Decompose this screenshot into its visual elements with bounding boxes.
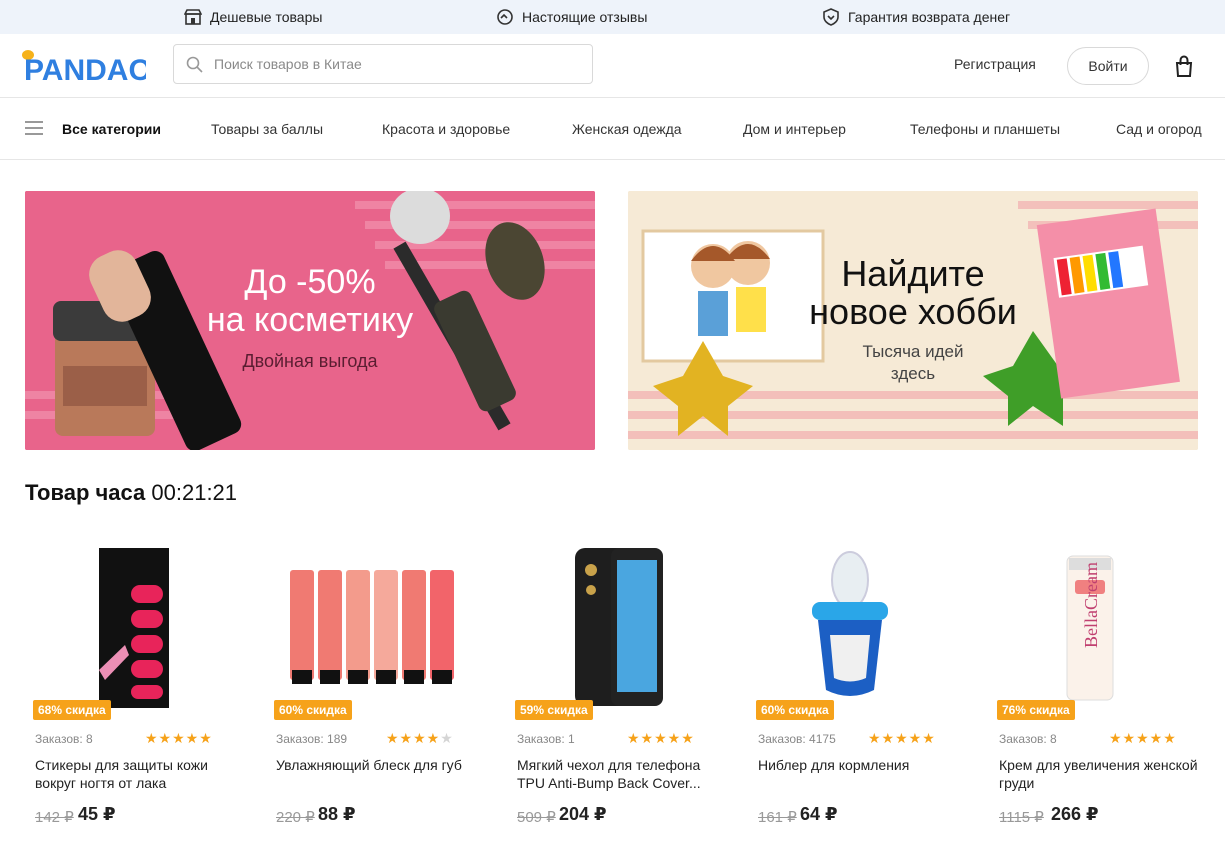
- old-price: 509 ₽: [517, 809, 556, 826]
- old-price: 1115 ₽: [999, 809, 1044, 826]
- product-title[interactable]: Крем для увеличения женской груди: [999, 756, 1209, 792]
- discount-badge: 59% скидка: [515, 700, 593, 720]
- banner-title-line-1: До -50%: [244, 263, 376, 301]
- hobby-banner[interactable]: Найдите новое хобби Тысяча идей здесь: [628, 191, 1198, 450]
- product-image: [575, 548, 663, 706]
- nav-all-categories[interactable]: Все категории: [62, 98, 161, 160]
- nav-womens-clothing[interactable]: Женская одежда: [572, 98, 682, 160]
- cosmetics-banner[interactable]: До -50% на косметику Двойная выгода: [25, 191, 595, 450]
- menu-icon[interactable]: [25, 121, 43, 136]
- category-nav: Все категории Товары за баллы Красота и …: [0, 98, 1225, 160]
- site-header: PANDAO Регистрация Войти: [0, 34, 1225, 98]
- svg-text:BellaCream: BellaCream: [1081, 562, 1101, 648]
- banner-title-line-2: на косметику: [206, 301, 414, 339]
- banner-subtitle: Двойная выгода: [242, 351, 378, 371]
- banner-title-line-1: Найдите: [841, 253, 985, 294]
- promo-real-reviews[interactable]: Настоящие отзывы: [496, 0, 647, 34]
- promo-label: Настоящие отзывы: [522, 9, 648, 25]
- product-title[interactable]: Стикеры для защиты кожи вокруг ногтя от …: [35, 756, 245, 792]
- product-card[interactable]: 68% скидка Заказов: 8 ★★★★★ Стикеры для …: [25, 540, 255, 840]
- search-icon: [186, 56, 203, 73]
- pandao-logo[interactable]: PANDAO: [22, 46, 146, 86]
- promo-cheap-goods[interactable]: Дешевые товары: [184, 0, 322, 34]
- product-image: [290, 570, 454, 684]
- order-count: Заказов: 4175: [758, 732, 836, 746]
- search-input[interactable]: [214, 56, 574, 72]
- hour-deal-title: Товар часа: [25, 480, 146, 505]
- banner-subtitle-line-2: здесь: [890, 364, 936, 383]
- rating-stars: ★★★★★: [145, 730, 213, 746]
- product-image: [812, 551, 888, 696]
- banner-subtitle-line-1: Тысяча идей: [862, 342, 964, 361]
- banner-subtitle: Тысяча идей здесь: [833, 341, 993, 385]
- shop-icon: [184, 9, 202, 25]
- nav-phones-tablets[interactable]: Телефоны и планшеты: [910, 98, 1060, 160]
- shield-icon: [823, 8, 839, 26]
- search-box[interactable]: [173, 44, 593, 84]
- product-image: [99, 548, 169, 708]
- product-title[interactable]: Мягкий чехол для телефона TPU Anti-Bump …: [517, 756, 727, 792]
- order-count: Заказов: 8: [999, 732, 1057, 746]
- order-count: Заказов: 1: [517, 732, 575, 746]
- old-price: 142 ₽: [35, 809, 74, 826]
- banner-title: Найдите новое хобби: [778, 255, 1048, 331]
- product-title[interactable]: Увлажняющий блеск для губ: [276, 756, 486, 774]
- current-price: 204 ₽: [559, 804, 607, 824]
- discount-badge: 76% скидка: [997, 700, 1075, 720]
- login-button[interactable]: Войти: [1067, 47, 1149, 85]
- hour-deal-timer: 00:21:21: [151, 480, 238, 505]
- banner-title: До -50% на косметику: [145, 263, 475, 339]
- promo-strip: Дешевые товары Настоящие отзывы Гарантия…: [0, 0, 1225, 34]
- current-price: 88 ₽: [318, 804, 356, 824]
- current-price: 266 ₽: [1051, 804, 1099, 824]
- promo-label: Гарантия возврата денег: [848, 9, 1011, 25]
- order-count: Заказов: 8: [35, 732, 93, 746]
- discount-badge: 60% скидка: [274, 700, 352, 720]
- review-icon: [497, 9, 513, 25]
- rating-stars: ★★★★★: [627, 730, 695, 746]
- nav-points-goods[interactable]: Товары за баллы: [211, 98, 323, 160]
- product-title[interactable]: Ниблер для кормления: [758, 756, 968, 774]
- promo-label: Дешевые товары: [210, 9, 323, 25]
- order-count: Заказов: 189: [276, 732, 348, 746]
- nav-home-interior[interactable]: Дом и интерьер: [743, 98, 846, 160]
- promo-money-back[interactable]: Гарантия возврата денег: [822, 0, 1010, 34]
- cart-icon[interactable]: [1173, 55, 1195, 77]
- banner-title-line-2: новое хобби: [809, 291, 1017, 332]
- product-card[interactable]: 60% скидка Заказов: 189 ★★★★★ Увлажняющи…: [266, 540, 496, 840]
- rating-stars: ★★★★★: [1109, 730, 1177, 746]
- old-price: 161 ₽: [758, 809, 797, 826]
- product-card[interactable]: 59% скидка Заказов: 1 ★★★★★ Мягкий чехол…: [507, 540, 737, 840]
- product-card[interactable]: 60% скидка Заказов: 4175 ★★★★★ Ниблер дл…: [748, 540, 978, 840]
- rating-stars: ★★★★★: [386, 730, 454, 746]
- product-image: BellaCream: [1066, 555, 1114, 701]
- logo-text: PANDAO: [24, 54, 146, 86]
- hour-deal-heading: Товар часа 00:21:21: [25, 480, 237, 506]
- old-price: 220 ₽: [276, 809, 315, 826]
- nav-garden[interactable]: Сад и огород: [1116, 98, 1202, 160]
- current-price: 64 ₽: [800, 804, 838, 824]
- register-link[interactable]: Регистрация: [954, 56, 1036, 72]
- discount-badge: 68% скидка: [33, 700, 111, 720]
- product-card[interactable]: BellaCream 76% скидка Заказов: 8 ★★★★★ К…: [989, 540, 1219, 840]
- nav-beauty-health[interactable]: Красота и здоровье: [382, 98, 510, 160]
- current-price: 45 ₽: [78, 804, 116, 824]
- discount-badge: 60% скидка: [756, 700, 834, 720]
- rating-stars: ★★★★★: [868, 730, 936, 746]
